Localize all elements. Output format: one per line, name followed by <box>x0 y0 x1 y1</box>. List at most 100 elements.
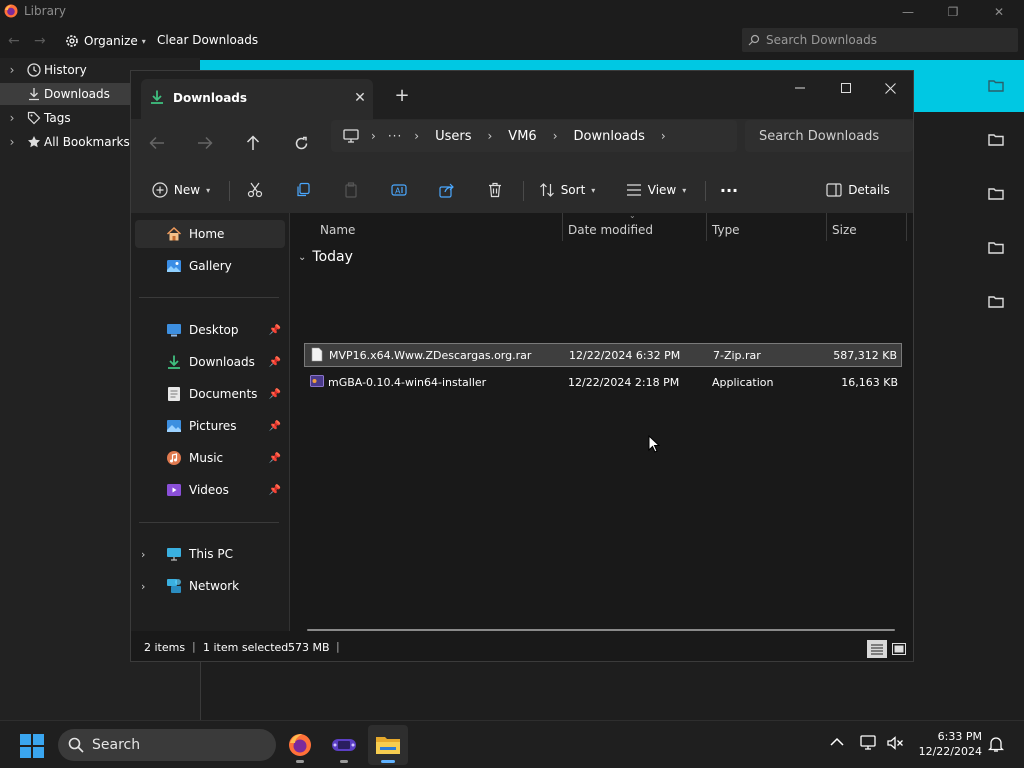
delete-icon[interactable] <box>483 175 507 205</box>
close-button[interactable] <box>867 73 913 103</box>
tab-close-icon[interactable]: ✕ <box>349 87 371 109</box>
nav-item-pictures[interactable]: Pictures 📌 <box>135 412 285 440</box>
pictures-icon <box>163 419 185 433</box>
library-search-input[interactable]: Search Downloads <box>742 28 1018 52</box>
nav-item-documents[interactable]: Documents 📌 <box>135 380 285 408</box>
column-header-date-modified[interactable]: Date modified <box>568 219 653 241</box>
column-header-size[interactable]: Size <box>832 219 857 241</box>
taskbar: Search 6:33 PM 12/22/2024 <box>0 720 1024 768</box>
nav-item-gallery[interactable]: Gallery <box>135 252 285 280</box>
table-row[interactable]: MVP16.x64.Www.ZDescargas.org.rar 12/22/2… <box>304 343 902 367</box>
home-icon <box>163 226 185 242</box>
cut-icon[interactable] <box>243 175 267 205</box>
table-row[interactable]: mGBA-0.10.4-win64-installer 12/22/2024 2… <box>304 371 902 395</box>
copy-icon[interactable] <box>291 175 315 205</box>
taskbar-file-explorer[interactable] <box>368 725 408 765</box>
chevron-right-icon[interactable]: › <box>487 129 492 143</box>
breadcrumb-users[interactable]: Users <box>435 129 471 144</box>
sort-button[interactable]: Sort ▾ <box>535 175 599 205</box>
library-item-label: All Bookmarks <box>44 135 130 149</box>
file-type: 7-Zip.rar <box>713 349 761 362</box>
refresh-icon[interactable] <box>287 131 315 155</box>
nav-item-videos[interactable]: Videos 📌 <box>135 476 285 504</box>
breadcrumb-vm6[interactable]: VM6 <box>508 129 536 144</box>
pin-icon[interactable]: 📌 <box>269 485 281 496</box>
taskbar-clock[interactable]: 6:33 PM 12/22/2024 <box>914 729 982 759</box>
chevron-up-icon[interactable] <box>830 737 844 747</box>
taskbar-firefox[interactable] <box>280 725 320 765</box>
folder-icon[interactable] <box>984 74 1008 98</box>
group-header-today[interactable]: ⌄ Today <box>298 249 353 265</box>
clear-downloads-button[interactable]: Clear Downloads <box>157 33 258 47</box>
pin-icon[interactable]: 📌 <box>269 453 281 464</box>
nav-item-this-pc[interactable]: › This PC <box>135 540 285 568</box>
nav-item-desktop[interactable]: Desktop 📌 <box>135 316 285 344</box>
new-button[interactable]: New ▾ <box>149 175 213 205</box>
paste-icon[interactable] <box>339 175 363 205</box>
share-icon[interactable] <box>435 175 459 205</box>
search-input[interactable]: Search Downloads <box>745 120 913 152</box>
details-view-icon[interactable] <box>867 640 887 658</box>
network-status-icon[interactable] <box>860 735 878 751</box>
chevron-right-icon[interactable]: › <box>661 129 666 143</box>
chevron-right-icon[interactable]: › <box>371 129 376 143</box>
view-button[interactable]: View ▾ <box>621 175 691 205</box>
nav-item-downloads[interactable]: Downloads 📌 <box>135 348 285 376</box>
minimize-button[interactable] <box>777 73 823 103</box>
folder-icon[interactable] <box>984 128 1008 152</box>
column-divider[interactable] <box>826 213 827 241</box>
pin-icon[interactable]: 📌 <box>269 389 281 400</box>
thumbnail-view-icon[interactable] <box>890 640 908 658</box>
nav-item-home[interactable]: Home <box>135 220 285 248</box>
forward-arrow-icon[interactable] <box>191 131 219 155</box>
column-divider[interactable] <box>706 213 707 241</box>
chevron-right-icon[interactable]: › <box>414 129 419 143</box>
selection-count: 1 item selected <box>203 641 289 654</box>
chevron-right-icon[interactable]: › <box>141 548 145 561</box>
nav-divider <box>139 522 279 523</box>
taskbar-search[interactable]: Search <box>58 729 276 761</box>
new-tab-button[interactable]: + <box>391 83 413 107</box>
folder-icon[interactable] <box>984 236 1008 260</box>
pin-icon[interactable]: 📌 <box>269 325 281 336</box>
column-divider[interactable] <box>562 213 563 241</box>
back-arrow-icon[interactable] <box>143 131 171 155</box>
folder-icon[interactable] <box>984 182 1008 206</box>
library-minimize-button[interactable]: — <box>896 2 920 22</box>
up-arrow-icon[interactable] <box>239 131 267 155</box>
chevron-right-icon[interactable]: › <box>141 580 145 593</box>
folder-icon[interactable] <box>984 290 1008 314</box>
pin-icon[interactable]: 📌 <box>269 357 281 368</box>
chevron-right-icon[interactable]: › <box>0 135 24 149</box>
folder-icon <box>375 734 401 756</box>
clock-icon <box>24 63 44 77</box>
toolbar-divider <box>523 181 524 201</box>
address-bar[interactable]: › ··· › Users › VM6 › Downloads › <box>331 120 737 152</box>
chevron-right-icon[interactable]: › <box>0 111 24 125</box>
library-close-button[interactable]: ✕ <box>987 2 1011 22</box>
nav-item-label: Pictures <box>189 419 237 433</box>
column-divider[interactable] <box>906 213 907 241</box>
library-back-icon[interactable]: ← <box>8 33 20 49</box>
notification-bell-icon[interactable] <box>988 735 1004 753</box>
taskbar-mgba[interactable] <box>324 725 364 765</box>
volume-muted-icon[interactable] <box>886 735 904 751</box>
nav-item-network[interactable]: › Network <box>135 572 285 600</box>
pin-icon[interactable]: 📌 <box>269 421 281 432</box>
chevron-right-icon[interactable]: › <box>553 129 558 143</box>
chevron-right-icon[interactable]: › <box>0 63 24 77</box>
breadcrumb-downloads[interactable]: Downloads <box>574 129 645 144</box>
organize-button[interactable]: Organize ▾ <box>64 30 146 52</box>
more-options-icon[interactable]: ··· <box>717 175 741 205</box>
library-forward-icon[interactable]: → <box>34 33 46 49</box>
column-header-name[interactable]: Name <box>320 219 355 241</box>
column-header-type[interactable]: Type <box>712 219 740 241</box>
nav-item-music[interactable]: Music 📌 <box>135 444 285 472</box>
rename-icon[interactable]: A <box>387 175 411 205</box>
library-restore-button[interactable]: ❐ <box>941 2 965 22</box>
details-button[interactable]: Details <box>823 175 893 205</box>
tab-downloads[interactable]: Downloads ✕ <box>141 79 373 119</box>
maximize-button[interactable] <box>823 73 869 103</box>
start-icon[interactable] <box>20 734 44 758</box>
more-breadcrumbs-icon[interactable]: ··· <box>388 129 402 143</box>
